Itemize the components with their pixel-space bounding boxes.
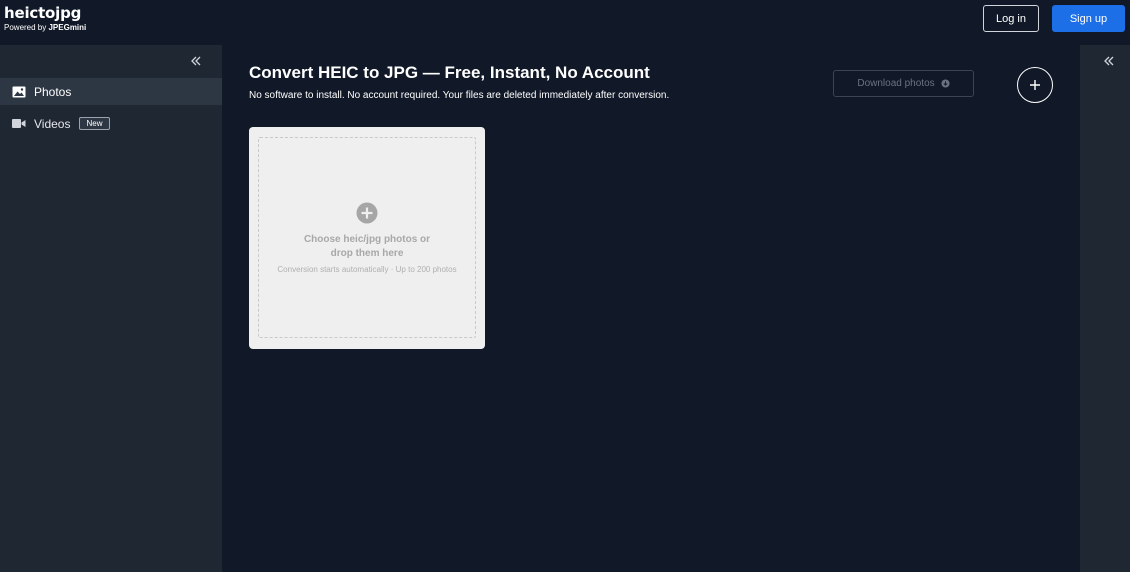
- login-button[interactable]: Log in: [983, 5, 1039, 32]
- download-photos-label: Download photos: [857, 78, 935, 89]
- dropzone-title: Choose heic/jpg photos or drop them here: [303, 234, 431, 259]
- page-subtitle: No software to install. No account requi…: [249, 90, 670, 101]
- new-badge: New: [79, 117, 110, 130]
- powered-brand: JPEGmini: [48, 23, 87, 32]
- sidebar: Photos Videos New: [0, 45, 222, 572]
- sidebar-item-label: Videos: [34, 116, 71, 131]
- sidebar-item-videos[interactable]: Videos New: [0, 110, 222, 137]
- double-chevron-left-icon: [1104, 56, 1114, 66]
- sidebar-item-label: Photos: [34, 84, 72, 99]
- top-bar: heictojpg Powered by JPEGmini Log in Sig…: [0, 0, 1130, 45]
- download-photos-button[interactable]: Download photos: [833, 70, 974, 97]
- signup-button[interactable]: Sign up: [1052, 5, 1125, 32]
- plus-icon: [1030, 80, 1040, 90]
- upload-card[interactable]: Choose heic/jpg photos or drop them here…: [249, 127, 485, 349]
- collapse-right-panel-button[interactable]: [1101, 53, 1117, 69]
- brand-name: heictojpg: [4, 4, 82, 22]
- dropzone[interactable]: Choose heic/jpg photos or drop them here…: [258, 137, 476, 338]
- sidebar-item-photos[interactable]: Photos: [0, 78, 222, 105]
- powered-by: Powered by JPEGmini: [4, 23, 86, 33]
- image-icon: [11, 84, 26, 99]
- video-camera-icon: [11, 116, 26, 131]
- powered-prefix: Powered by: [4, 23, 49, 32]
- main-content: Convert HEIC to JPG — Free, Instant, No …: [222, 45, 1080, 572]
- plus-circle-icon: [356, 202, 378, 224]
- brand[interactable]: heictojpg Powered by JPEGmini: [4, 4, 86, 33]
- right-panel: [1080, 45, 1130, 572]
- download-circle-icon: [941, 79, 950, 88]
- collapse-sidebar-button[interactable]: [188, 53, 204, 69]
- dropzone-hint: Conversion starts automatically · Up to …: [277, 265, 457, 274]
- double-chevron-left-icon: [191, 56, 201, 66]
- page-title: Convert HEIC to JPG — Free, Instant, No …: [249, 63, 650, 82]
- add-photos-button[interactable]: [1017, 67, 1053, 103]
